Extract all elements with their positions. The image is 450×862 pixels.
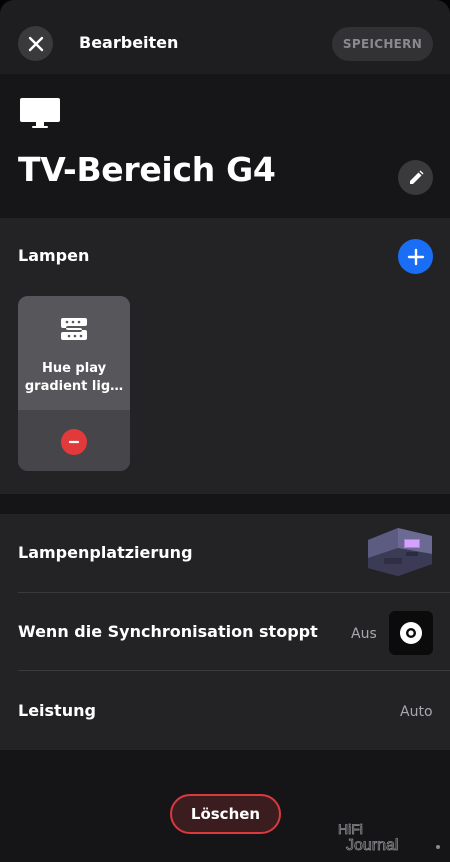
lamp-name: Hue play gradient lig… [24, 361, 124, 394]
watermark-logo: HiFi Journal [338, 821, 440, 854]
tv-icon [20, 98, 60, 128]
add-lamp-button[interactable] [398, 239, 433, 274]
plus-icon [407, 248, 424, 265]
sync-stop-button[interactable] [389, 611, 433, 655]
power-label[interactable]: Leistung [18, 701, 96, 720]
lamp-placement-label[interactable]: Lampenplatzierung [18, 543, 193, 562]
sync-stop-label[interactable]: Wenn die Synchronisation stoppt [18, 622, 318, 641]
sync-stop-value[interactable]: Aus [351, 626, 377, 642]
close-button[interactable] [18, 26, 53, 61]
svg-text:Journal: Journal [346, 837, 398, 854]
divider [18, 592, 450, 593]
divider [18, 670, 450, 671]
room-name: TV-Bereich G4 [18, 150, 276, 189]
pencil-icon [409, 170, 423, 184]
svg-text:HiFi: HiFi [338, 821, 363, 837]
lamps-heading: Lampen [18, 246, 90, 265]
power-off-icon [400, 622, 422, 644]
lightstrip-icon [61, 318, 87, 340]
minus-icon [68, 440, 80, 444]
save-button[interactable]: SPEICHERN [332, 27, 433, 61]
close-icon [28, 36, 43, 51]
delete-button[interactable]: Löschen [170, 794, 281, 834]
power-value[interactable]: Auto [400, 704, 433, 720]
room-placement-thumbnail[interactable] [360, 526, 434, 578]
lamp-card[interactable]: Hue play gradient lig… [18, 296, 130, 471]
room-header [0, 74, 450, 218]
remove-lamp-button[interactable] [61, 429, 87, 455]
page-title: Bearbeiten [79, 33, 179, 52]
edit-name-button[interactable] [398, 160, 433, 195]
section-gap [0, 494, 450, 514]
